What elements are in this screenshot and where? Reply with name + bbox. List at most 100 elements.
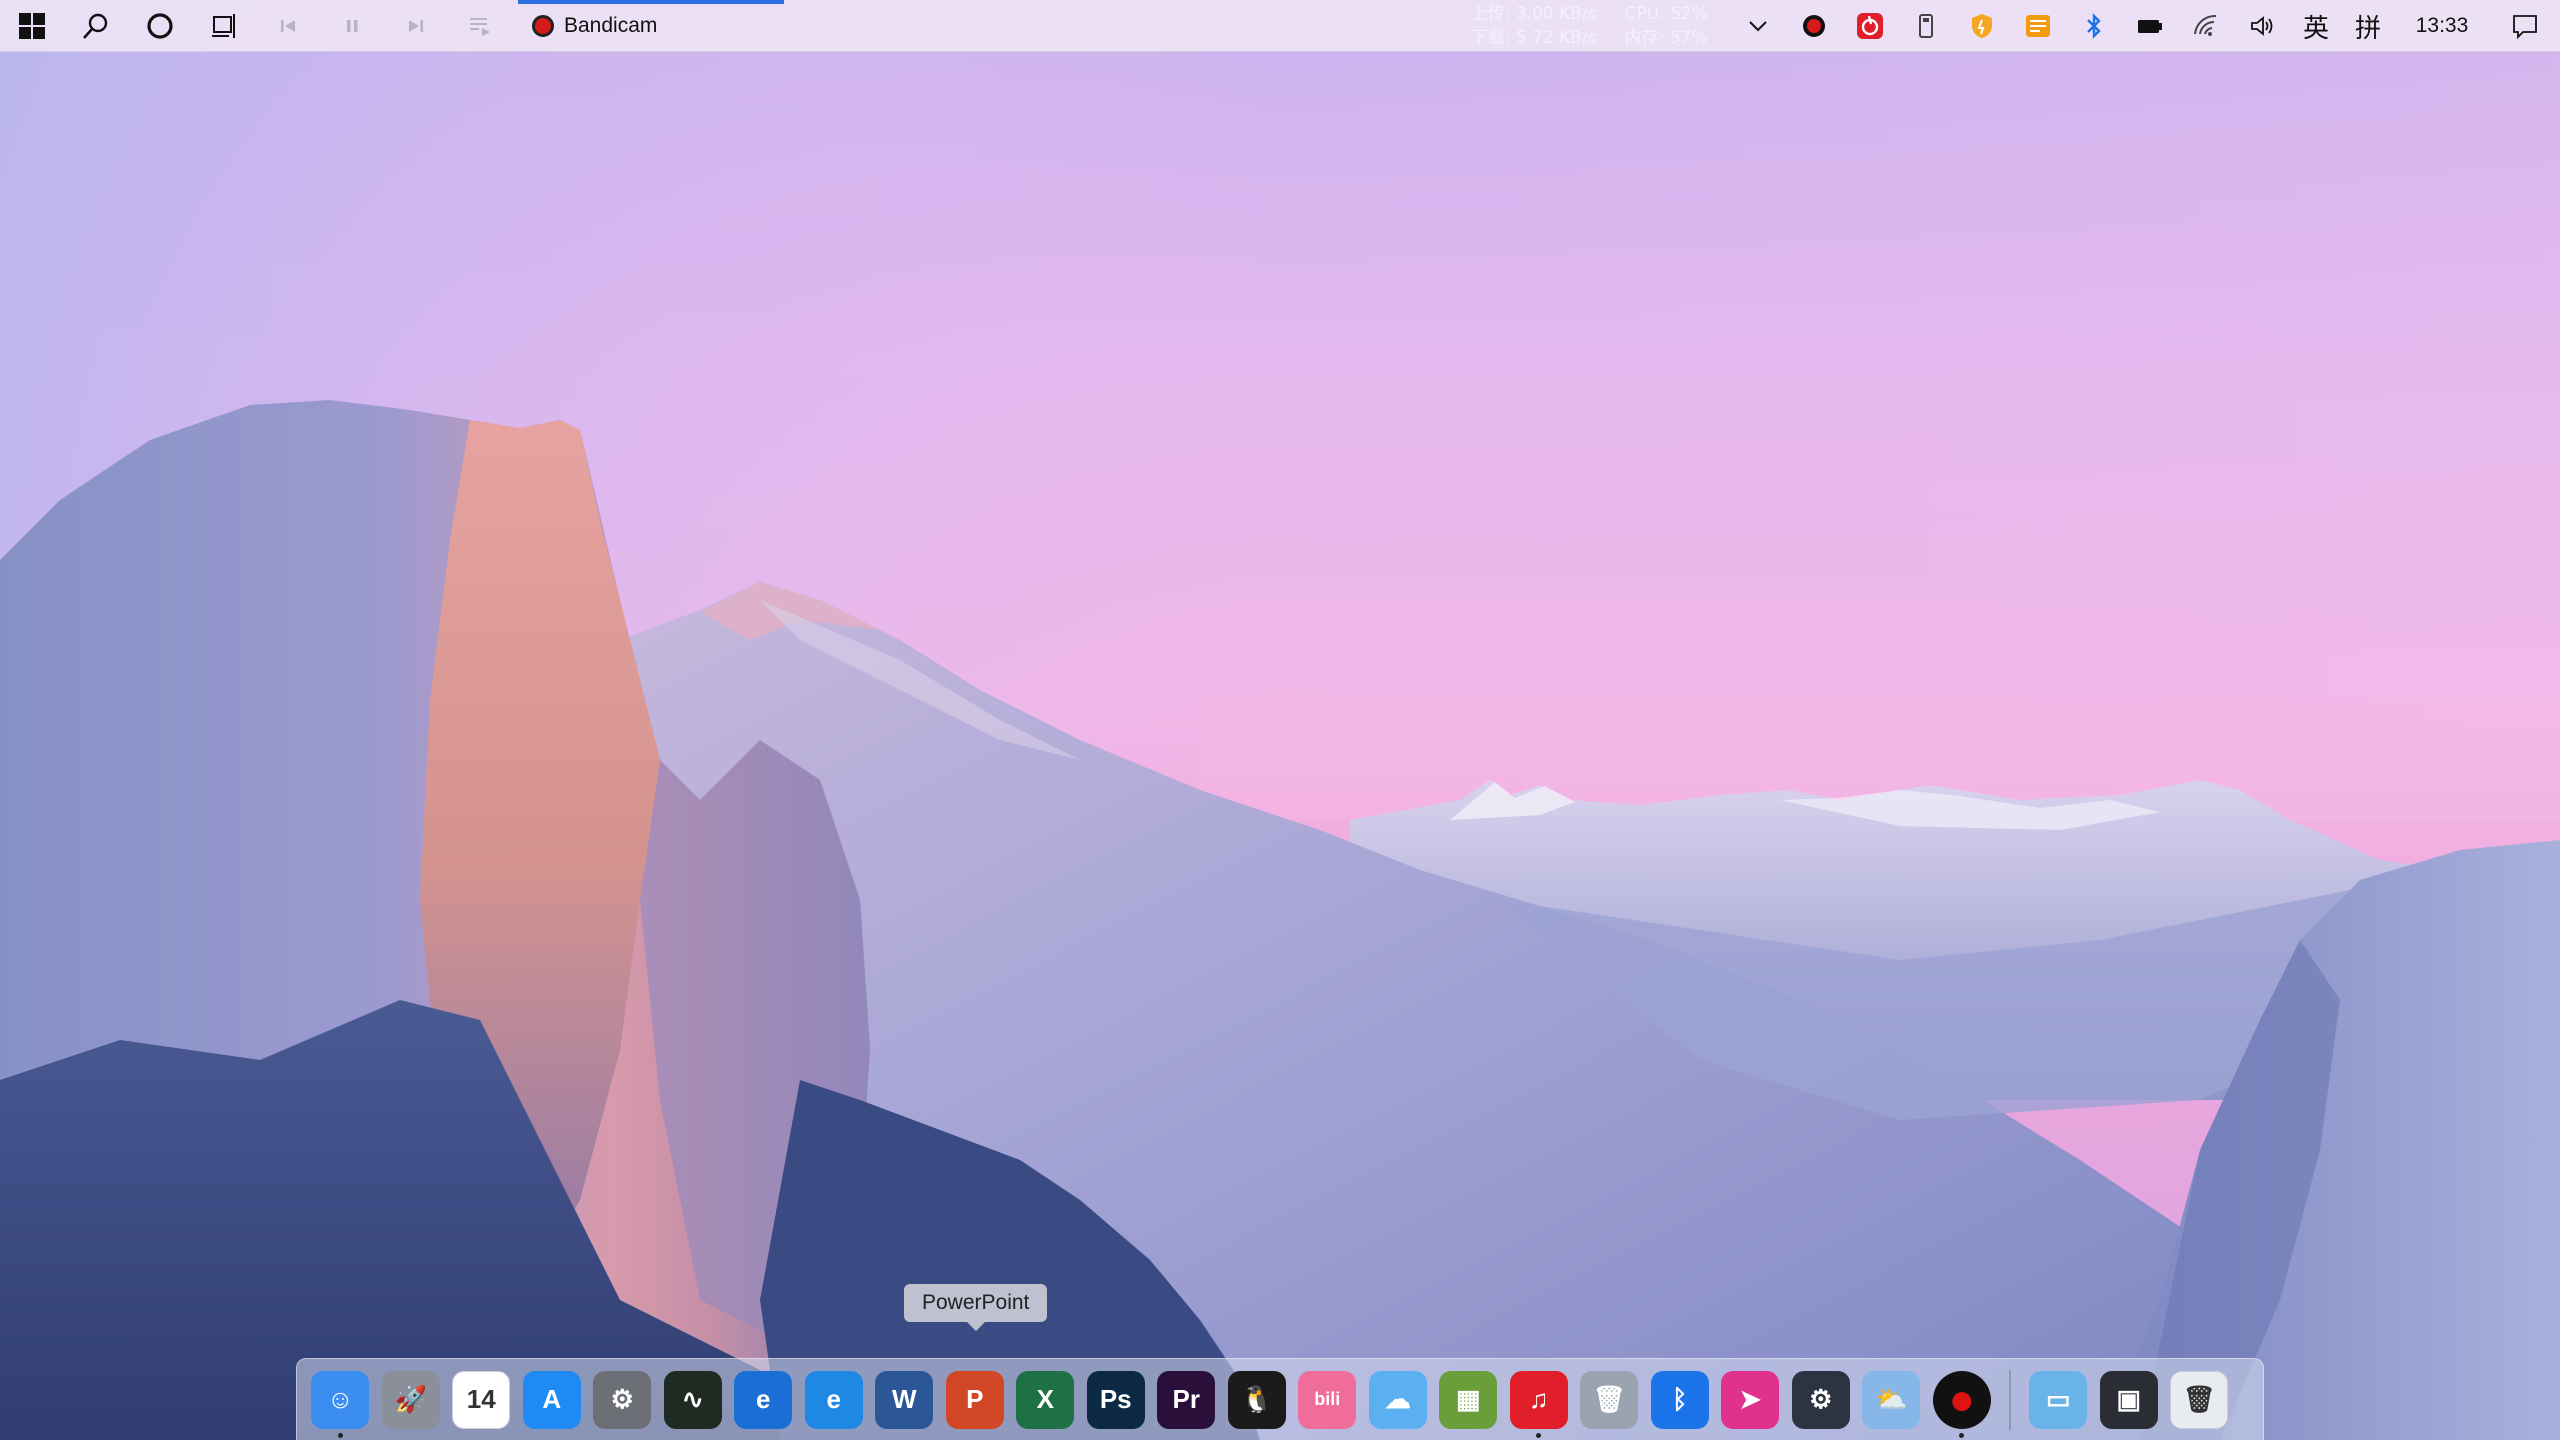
chevron-up-icon: [1749, 21, 1767, 32]
running-indicator: [1959, 1432, 1965, 1438]
dock-item-send-arrow[interactable]: ➤: [1715, 1359, 1786, 1440]
dock-item-internet-explorer[interactable]: e: [728, 1359, 799, 1440]
circle-icon: [147, 12, 173, 39]
media-previous-button[interactable]: [256, 0, 320, 52]
dock-item-icloud[interactable]: ☁: [1363, 1359, 1434, 1440]
send-icon: ➤: [1721, 1370, 1780, 1429]
show-hidden-icons-button[interactable]: [1730, 0, 1786, 52]
screen-capture-icon: ▣: [2099, 1370, 2158, 1429]
tray-security[interactable]: [1954, 0, 2010, 52]
bilibili-icon: bili: [1298, 1370, 1357, 1429]
task-view-button[interactable]: [192, 0, 256, 52]
notification-icon: [2513, 15, 2537, 40]
cortana-button[interactable]: [128, 0, 192, 52]
dock-item-trash-can-app[interactable]: 🗑: [1574, 1359, 1645, 1440]
wifi-icon: [2194, 14, 2217, 36]
dock-item-bilibili[interactable]: bili: [1292, 1359, 1363, 1440]
tray-netease-music[interactable]: [1842, 0, 1898, 52]
network-monitor: 上传: 3.00 KB/s CPU: 52% 下载: 5.72 KB/s 内存:…: [1471, 2, 1708, 50]
tray-bluetooth[interactable]: [2066, 0, 2122, 52]
bluetooth-icon: [2087, 13, 2101, 39]
premiere-icon: Pr: [1157, 1370, 1216, 1429]
system-tray: 上传: 3.00 KB/s CPU: 52% 下载: 5.72 KB/s 内存:…: [1471, 0, 2560, 52]
dock-item-app-store[interactable]: A: [517, 1359, 588, 1440]
dock-item-bandicam[interactable]: ●: [1927, 1359, 1998, 1440]
media-next-button[interactable]: [384, 0, 448, 52]
dock-item-finder[interactable]: ☺: [305, 1359, 376, 1440]
ime-language[interactable]: 英: [2290, 8, 2342, 45]
dock-item-screenshot[interactable]: ▣: [2094, 1359, 2165, 1440]
netease-music-icon: [1857, 13, 1883, 39]
volume-icon: [2251, 16, 2273, 36]
notes-icon: [2026, 15, 2050, 37]
dock-item-activity-monitor[interactable]: ∿: [658, 1359, 729, 1440]
record-icon: [532, 14, 554, 37]
windows-logo-icon: [19, 12, 45, 39]
gear-icon: ⚙: [593, 1370, 652, 1429]
taskbar-app-bandicam[interactable]: Bandicam: [518, 0, 784, 52]
record-icon: [1803, 15, 1825, 37]
download-speed: 下载: 5.72 KB/s: [1470, 28, 1597, 48]
powerpoint-icon: P: [945, 1370, 1004, 1429]
netease-music-icon: ♫: [1509, 1370, 1568, 1429]
rocket-icon: 🚀: [381, 1370, 440, 1429]
skip-previous-icon: [281, 19, 295, 32]
cloud-icon: ☁: [1368, 1370, 1427, 1429]
dock-item-premiere[interactable]: Pr: [1151, 1359, 1222, 1440]
dock-item-bluetooth[interactable]: ᛒ: [1645, 1359, 1716, 1440]
running-indicator: [1536, 1432, 1542, 1438]
tray-bandicam[interactable]: [1786, 0, 1842, 52]
tray-wifi[interactable]: [2178, 0, 2234, 52]
dock-item-launchpad[interactable]: 🚀: [376, 1359, 447, 1440]
tray-volume[interactable]: [2234, 0, 2290, 52]
task-view-icon: [212, 13, 235, 38]
cpu-usage: CPU: 52%: [1624, 4, 1708, 24]
search-icon: [83, 13, 108, 39]
tray-notes[interactable]: [2010, 0, 2066, 52]
tray-battery[interactable]: [2122, 0, 2178, 52]
dock-item-folder[interactable]: ▭: [2023, 1359, 2094, 1440]
dock-item-edge[interactable]: e: [799, 1359, 870, 1440]
media-pause-button[interactable]: [320, 0, 384, 52]
dock-item-calendar[interactable]: 14: [446, 1359, 517, 1440]
taskbar-left: Bandicam: [0, 0, 784, 52]
tray-usb-drive[interactable]: [1898, 0, 1954, 52]
action-center-button[interactable]: [2490, 0, 2560, 52]
grass-block-icon: ▦: [1439, 1370, 1498, 1429]
dock-item-qq[interactable]: 🐧: [1222, 1359, 1293, 1440]
bin-icon: 🗑: [1580, 1370, 1639, 1429]
usb-drive-icon: [1919, 14, 1933, 38]
clock[interactable]: 13:33: [2394, 14, 2490, 38]
dock-item-settings-gear[interactable]: ⚙: [1786, 1359, 1857, 1440]
bluetooth-icon: ᛒ: [1650, 1370, 1709, 1429]
dock-item-powerpoint[interactable]: P: [940, 1359, 1011, 1440]
record-icon: ●: [1932, 1370, 1991, 1429]
word-icon: W: [875, 1370, 934, 1429]
search-button[interactable]: [64, 0, 128, 52]
edge-icon: e: [804, 1370, 863, 1429]
start-button[interactable]: [0, 0, 64, 52]
ime-mode[interactable]: 拼: [2342, 8, 2394, 45]
excel-icon: X: [1016, 1370, 1075, 1429]
dock-item-weather[interactable]: ⛅: [1856, 1359, 1927, 1440]
dock-item-system-preferences[interactable]: ⚙: [587, 1359, 658, 1440]
app-store-icon: A: [522, 1370, 581, 1429]
dock-item-trash[interactable]: 🗑: [2164, 1359, 2235, 1440]
dock-item-photoshop[interactable]: Ps: [1081, 1359, 1152, 1440]
dock-item-netease-music[interactable]: ♫: [1504, 1359, 1575, 1440]
dock-apps: ☺ 🚀 14 A ⚙ ∿ e e W P X Ps Pr 🐧 bili ☁ ▦ ♫ 🗑 ᛒ ➤ ⚙ ⛅ ●: [305, 1359, 1997, 1440]
skip-next-icon: [409, 19, 423, 32]
memory-usage: 内存: 57%: [1624, 28, 1708, 48]
taskbar: Bandicam 上传: 3.00 KB/s CPU: 52% 下载: 5.72…: [0, 0, 2560, 52]
weather-icon: ⛅: [1862, 1370, 1921, 1429]
finder-icon: ☺: [311, 1370, 370, 1429]
playlist-icon: [470, 17, 490, 36]
dock-item-word[interactable]: W: [869, 1359, 940, 1440]
dock: ☺ 🚀 14 A ⚙ ∿ e e W P X Ps Pr 🐧 bili ☁ ▦ ♫ 🗑 ᛒ ➤ ⚙ ⛅ ● ▭ ▣ 🗑: [296, 1358, 2264, 1440]
dock-separator: [2009, 1369, 2011, 1430]
dock-item-excel[interactable]: X: [1010, 1359, 1081, 1440]
dock-item-minecraft[interactable]: ▦: [1433, 1359, 1504, 1440]
trash-icon: 🗑: [2170, 1370, 2229, 1429]
playlist-button[interactable]: [448, 0, 512, 52]
shield-icon: [1972, 14, 1992, 38]
